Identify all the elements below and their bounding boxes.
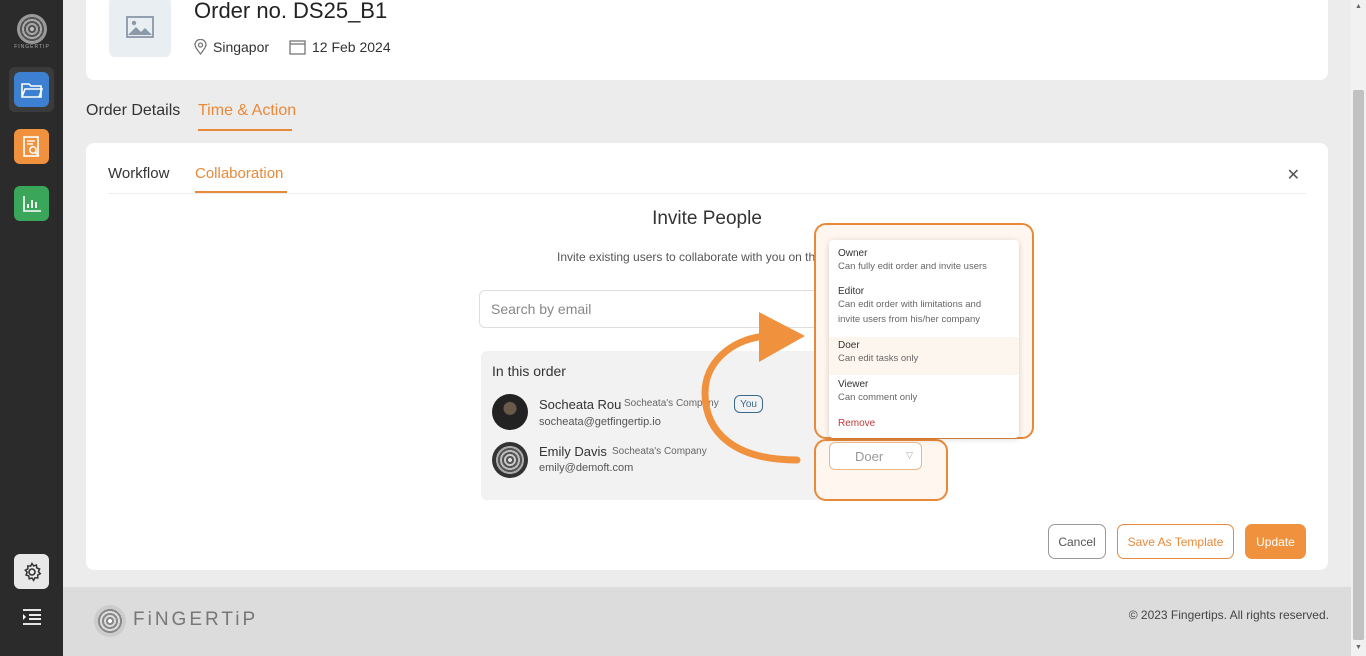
footer-brand: FiNGERTiP [133,609,259,630]
brand-mini-text: FINGERTIP [14,44,50,50]
avatar [492,394,528,430]
role-select[interactable]: Doer ▽ [829,442,922,470]
role-option-viewer[interactable]: Viewer Can comment only [829,379,1019,405]
members-title: In this order [492,363,566,379]
document-search-icon [22,135,40,157]
update-button[interactable]: Update [1245,524,1306,559]
sidebar-item-orders[interactable] [9,67,54,112]
role-desc: Can edit tasks only [838,353,919,364]
scrollbar[interactable]: ▲ ▼ [1351,0,1366,656]
role-label: Owner [838,248,868,259]
sidebar-item-reports[interactable] [14,129,49,164]
role-dropdown: Owner Can fully edit order and invite us… [829,240,1019,438]
tab-underline [198,129,292,131]
location-pin-icon [194,39,207,55]
avatar [492,442,528,478]
arrow-annotation [701,312,805,464]
scroll-up-icon[interactable]: ▲ [1355,3,1362,10]
chevron-down-icon: ▽ [906,450,913,460]
fingertip-logo [94,605,126,637]
tab-order-details[interactable]: Order Details [86,102,180,120]
role-select-value: Doer [855,449,884,464]
member-email: socheata@getfingertip.io [539,416,661,428]
invite-subtitle: Invite existing users to collaborate wit… [557,250,824,264]
order-title: Order no. DS25_B1 [194,0,388,23]
tab-time-action[interactable]: Time & Action [198,102,296,120]
remove-member-option[interactable]: Remove [838,418,875,429]
order-location: Singapor [194,39,269,55]
fingertip-logo [17,14,47,44]
calendar-icon [289,40,306,55]
role-option-editor[interactable]: Editor Can edit order with limitations a… [829,286,1019,327]
role-option-doer[interactable]: Doer Can edit tasks only [829,337,1019,375]
cancel-button[interactable]: Cancel [1048,524,1106,559]
bar-chart-icon [22,195,41,212]
settings-button[interactable] [14,554,49,589]
gear-icon [23,561,41,582]
member-company: Socheata's Company [612,446,707,457]
order-image-placeholder[interactable] [109,0,171,57]
role-desc: Can edit order with limitations and invi… [838,299,982,325]
role-label: Doer [838,340,860,351]
sidebar-item-analytics[interactable] [14,186,49,221]
role-desc: Can fully edit order and invite users [838,261,987,272]
date-text: 12 Feb 2024 [312,39,391,55]
image-icon [126,16,154,38]
order-header-card: Order no. DS25_B1 Singapor 12 Feb 2024 [86,0,1328,80]
menu-icon[interactable] [22,608,42,626]
divider [108,193,1306,194]
sidebar: FINGERTIP [0,0,63,656]
scroll-down-icon[interactable]: ▼ [1355,644,1362,651]
role-desc: Can comment only [838,392,918,403]
role-label: Viewer [838,379,869,390]
invite-title: Invite People [652,208,762,229]
tab-workflow[interactable]: Workflow [108,165,169,182]
save-as-template-button[interactable]: Save As Template [1117,524,1234,559]
member-name: Emily Davis [539,444,607,459]
member-name: Socheata Rou [539,397,622,412]
role-label: Editor [838,286,865,297]
tab-collaboration[interactable]: Collaboration [195,165,283,182]
scroll-thumb[interactable] [1353,90,1364,640]
footer: FiNGERTiP © 2023 Fingertips. All rights … [63,587,1351,656]
folder-icon [20,82,43,98]
copyright-text: © 2023 Fingertips. All rights reserved. [1128,608,1329,622]
location-text: Singapor [213,39,270,55]
member-email: emily@demoft.com [539,462,634,474]
role-option-owner[interactable]: Owner Can fully edit order and invite us… [829,248,1019,274]
close-icon[interactable]: ✕ [1287,165,1300,185]
order-date: 12 Feb 2024 [289,39,391,55]
